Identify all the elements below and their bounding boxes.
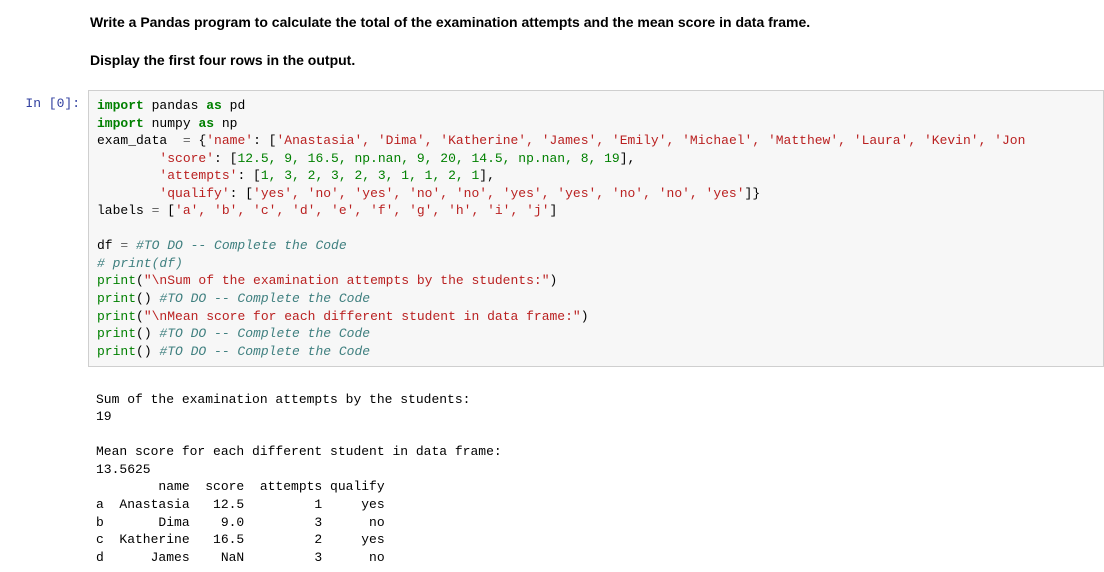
out-line: Mean score for each different student in… <box>96 444 502 459</box>
kw-as: as <box>206 98 222 113</box>
comment: #TO DO -- Complete the Code <box>128 238 346 253</box>
str: "\nSum of the examination attempts by th… <box>144 273 550 288</box>
input-prompt: In [0]: <box>0 90 88 111</box>
code-text: [ <box>159 203 175 218</box>
str: 'Anastasia', 'Dima', 'Katherine', 'James… <box>276 133 1025 148</box>
code-text: { <box>191 133 207 148</box>
code-text: ) <box>550 273 558 288</box>
out-line: d James NaN 3 no <box>96 550 385 565</box>
str: 'qualify' <box>159 186 229 201</box>
problem-heading-1: Write a Pandas program to calculate the … <box>0 14 1104 30</box>
out-line: b Dima 9.0 3 no <box>96 515 385 530</box>
code-text: labels <box>97 203 152 218</box>
code-text: pandas <box>152 98 199 113</box>
code-text: ( <box>136 273 144 288</box>
str: 'a', 'b', 'c', 'd', 'e', 'f', 'g', 'h', … <box>175 203 549 218</box>
str: 'score' <box>159 151 214 166</box>
code-text <box>97 186 159 201</box>
code-text: np <box>222 116 238 131</box>
builtin-print: print <box>97 344 136 359</box>
problem-heading-2: Display the first four rows in the outpu… <box>0 52 1104 68</box>
str: 'yes', 'no', 'yes', 'no', 'no', 'yes', '… <box>253 186 744 201</box>
code-text: df <box>97 238 120 253</box>
code-text: ], <box>620 151 636 166</box>
kw-import: import <box>97 98 144 113</box>
comment: #TO DO -- Complete the Code <box>159 326 370 341</box>
comment: #TO DO -- Complete the Code <box>159 291 370 306</box>
code-text: ] <box>550 203 558 218</box>
out-line: 19 <box>96 409 112 424</box>
out-line: c Katherine 16.5 2 yes <box>96 532 385 547</box>
str: 'attempts' <box>159 168 237 183</box>
out-line: a Anastasia 12.5 1 yes <box>96 497 385 512</box>
code-text: : [ <box>230 186 253 201</box>
code-text: pd <box>230 98 246 113</box>
code-text: : [ <box>253 133 276 148</box>
code-text: exam_data <box>97 133 183 148</box>
code-text: () <box>136 291 159 306</box>
kw-as: as <box>198 116 214 131</box>
code-cell[interactable]: import pandas as pd import numpy as np e… <box>88 90 1104 367</box>
builtin-print: print <box>97 291 136 306</box>
builtin-print: print <box>97 326 136 341</box>
num: 12.5, 9, 16.5, np.nan, 9, 20, 14.5, np.n… <box>237 151 619 166</box>
kw-import: import <box>97 116 144 131</box>
code-text: () <box>136 344 159 359</box>
code-text: numpy <box>152 116 191 131</box>
builtin-print: print <box>97 309 136 324</box>
str: 'name' <box>206 133 253 148</box>
code-text: ( <box>136 309 144 324</box>
code-text: ]} <box>745 186 761 201</box>
code-text: ) <box>581 309 589 324</box>
comment: # print(df) <box>97 256 183 271</box>
code-text: : [ <box>237 168 260 183</box>
out-line: 13.5625 <box>96 462 151 477</box>
str: "\nMean score for each different student… <box>144 309 581 324</box>
num: 1, 3, 2, 3, 2, 3, 1, 1, 2, 1 <box>261 168 479 183</box>
code-text: () <box>136 326 159 341</box>
output-prompt <box>0 367 88 373</box>
code-text: : [ <box>214 151 237 166</box>
code-text: ], <box>479 168 495 183</box>
comment: #TO DO -- Complete the Code <box>159 344 370 359</box>
output-cell: Sum of the examination attempts by the s… <box>88 367 1104 572</box>
op-eq: = <box>183 133 191 148</box>
code-text <box>97 168 159 183</box>
out-line: Sum of the examination attempts by the s… <box>96 392 470 407</box>
builtin-print: print <box>97 273 136 288</box>
code-text <box>97 151 159 166</box>
out-line: name score attempts qualify <box>96 479 385 494</box>
